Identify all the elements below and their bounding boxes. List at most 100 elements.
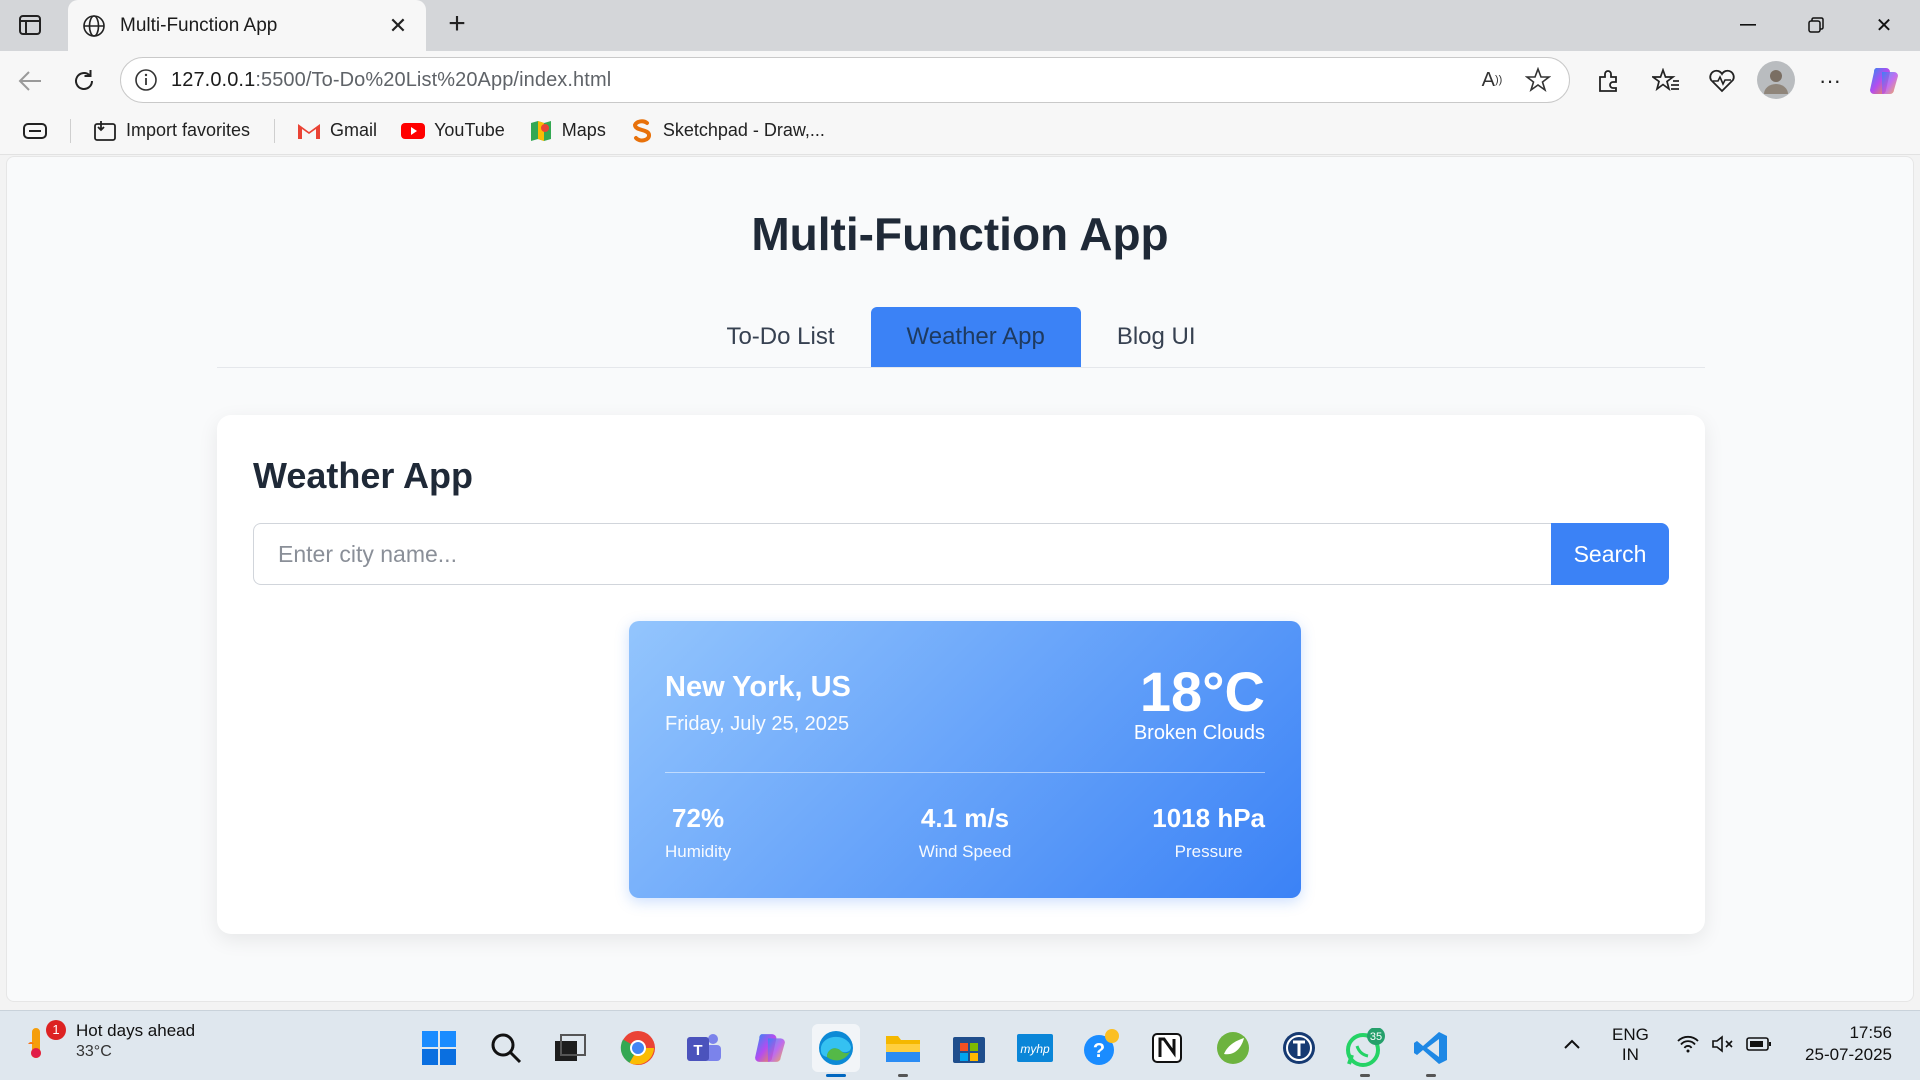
battery-icon[interactable] xyxy=(1746,1036,1772,1057)
close-window-icon[interactable]: ✕ xyxy=(1864,10,1904,40)
thermometer-icon: 1 xyxy=(26,1020,66,1060)
wind-value: 4.1 m/s xyxy=(920,803,1010,833)
pressure-stat: 1018 hPa Pressure xyxy=(1152,803,1265,862)
favorite-label: Maps xyxy=(561,120,606,140)
running-indicator xyxy=(1360,1074,1370,1077)
import-icon xyxy=(93,119,117,143)
read-aloud-icon[interactable]: A)) xyxy=(1477,65,1507,95)
region-code: IN xyxy=(1621,1045,1639,1064)
section-heading: Weather App xyxy=(253,455,474,496)
teams-icon[interactable]: T xyxy=(680,1024,728,1072)
whatsapp-icon[interactable]: 35 xyxy=(1341,1024,1389,1077)
profile-avatar[interactable] xyxy=(1757,61,1795,99)
tab-blog-ui[interactable]: Blog UI xyxy=(1081,307,1232,367)
browser-tab-strip: Multi-Function App ✕ + ✕ xyxy=(0,0,1920,51)
sidebar-toggle-icon[interactable] xyxy=(22,120,48,142)
favbar-divider xyxy=(274,118,276,143)
language-indicator[interactable]: ENG IN xyxy=(1612,1025,1649,1065)
get-help-icon[interactable]: ? xyxy=(1077,1024,1125,1072)
notion-icon[interactable] xyxy=(1143,1024,1191,1072)
task-view-icon[interactable] xyxy=(546,1024,594,1072)
volume-muted-icon[interactable] xyxy=(1711,1035,1735,1058)
new-tab-button[interactable]: + xyxy=(440,8,474,42)
search-icon[interactable] xyxy=(482,1024,530,1072)
clock[interactable]: 17:56 25-07-2025 xyxy=(1796,1023,1892,1065)
running-indicator xyxy=(1426,1074,1436,1077)
address-bar[interactable]: 127.0.0.1:5500/To-Do%20List%20App/index.… xyxy=(120,57,1570,103)
weather-app-panel: Weather App Search New York, US Friday, … xyxy=(217,415,1705,934)
favorite-star-icon[interactable] xyxy=(1523,65,1553,95)
refresh-icon[interactable] xyxy=(66,63,102,99)
file-explorer-icon[interactable] xyxy=(879,1024,927,1077)
weather-result-card: New York, US Friday, July 25, 2025 18°C … xyxy=(629,621,1301,898)
favorite-youtube[interactable]: YouTube xyxy=(401,119,505,143)
favorite-sketchpad[interactable]: Sketchpad - Draw,... xyxy=(630,118,825,143)
minimize-icon[interactable] xyxy=(1728,10,1768,40)
svg-text:?: ? xyxy=(1093,1040,1105,1062)
maps-icon xyxy=(529,119,553,143)
url-text[interactable]: 127.0.0.1:5500/To-Do%20List%20App/index.… xyxy=(171,69,1477,92)
search-button[interactable]: Search xyxy=(1551,523,1669,585)
myhp-icon[interactable]: myhp xyxy=(1011,1024,1059,1072)
weather-alert-badge: 1 xyxy=(46,1020,66,1040)
microsoft-store-icon[interactable] xyxy=(945,1024,993,1072)
svg-text:myhp: myhp xyxy=(1020,1042,1050,1056)
svg-text:T: T xyxy=(693,1042,702,1059)
url-path: :5500/To-Do%20List%20App/index.html xyxy=(255,68,612,91)
browser-tab[interactable]: Multi-Function App ✕ xyxy=(68,0,426,51)
weather-temperature: 18°C xyxy=(1139,660,1265,723)
clock-time: 17:56 xyxy=(1849,1023,1892,1042)
clock-date: 25-07-2025 xyxy=(1805,1045,1892,1064)
favorite-maps[interactable]: Maps xyxy=(529,119,606,143)
browser-essentials-icon[interactable] xyxy=(1706,65,1738,97)
copilot-icon[interactable] xyxy=(1868,65,1900,97)
favorite-gmail[interactable]: Gmail xyxy=(297,119,377,143)
tab-actions-icon[interactable] xyxy=(14,11,46,39)
humidity-stat: 72% Humidity xyxy=(665,803,731,862)
favorite-label: Gmail xyxy=(330,120,378,140)
tab-weather-app[interactable]: Weather App xyxy=(870,307,1081,367)
favorites-bar: Import favorites Gmail YouTube Maps Sket… xyxy=(0,107,1920,155)
whatsapp-badge: 35 xyxy=(1370,1031,1382,1043)
vscode-icon[interactable] xyxy=(1407,1024,1455,1077)
weather-widget-temp: 33°C xyxy=(76,1043,112,1060)
weather-divider xyxy=(665,772,1265,773)
more-options-icon[interactable]: ··· xyxy=(1814,65,1846,97)
page-title: Multi-Function App xyxy=(751,208,1169,260)
wifi-icon[interactable] xyxy=(1676,1035,1700,1058)
windows-taskbar: 1 Hot days ahead 33°C T myhp ? 35 ENG IN… xyxy=(0,1010,1920,1080)
start-icon[interactable] xyxy=(415,1024,463,1072)
favorite-import[interactable]: Import favorites xyxy=(93,119,250,143)
favorites-icon[interactable] xyxy=(1650,65,1682,97)
restore-icon[interactable] xyxy=(1796,10,1836,40)
back-icon[interactable] xyxy=(12,63,48,99)
city-search-input[interactable] xyxy=(253,523,1551,585)
globe-icon xyxy=(83,14,105,37)
favbar-divider xyxy=(70,118,71,143)
copilot-app-icon[interactable] xyxy=(746,1024,794,1072)
tab-todo-list[interactable]: To-Do List xyxy=(690,307,870,367)
tab-title: Multi-Function App xyxy=(120,14,278,36)
wind-label: Wind Speed xyxy=(918,842,1012,861)
tor-browser-icon[interactable] xyxy=(1275,1024,1323,1072)
url-host: 127.0.0.1 xyxy=(171,68,256,91)
wind-stat: 4.1 m/s Wind Speed xyxy=(905,803,1025,862)
pressure-label: Pressure xyxy=(1174,842,1243,861)
city-search: Search xyxy=(253,523,1669,585)
active-indicator xyxy=(826,1074,846,1077)
taskbar-weather-widget[interactable]: 1 Hot days ahead 33°C xyxy=(26,1020,196,1061)
edge-icon[interactable] xyxy=(812,1024,860,1077)
weather-date: Friday, July 25, 2025 xyxy=(665,713,850,735)
close-tab-icon[interactable]: ✕ xyxy=(384,13,412,39)
humidity-label: Humidity xyxy=(665,842,732,861)
chrome-icon[interactable] xyxy=(614,1024,662,1072)
favorite-label: Import favorites xyxy=(126,120,251,140)
extensions-icon[interactable] xyxy=(1592,65,1624,97)
weather-widget-text: Hot days ahead xyxy=(76,1021,196,1040)
favorite-label: YouTube xyxy=(434,120,505,140)
site-info-icon[interactable] xyxy=(133,67,159,93)
browser-toolbar: 127.0.0.1:5500/To-Do%20List%20App/index.… xyxy=(0,51,1920,107)
spring-tool-icon[interactable] xyxy=(1209,1024,1257,1072)
show-hidden-icons[interactable] xyxy=(1563,1035,1581,1055)
gmail-icon xyxy=(297,119,321,143)
